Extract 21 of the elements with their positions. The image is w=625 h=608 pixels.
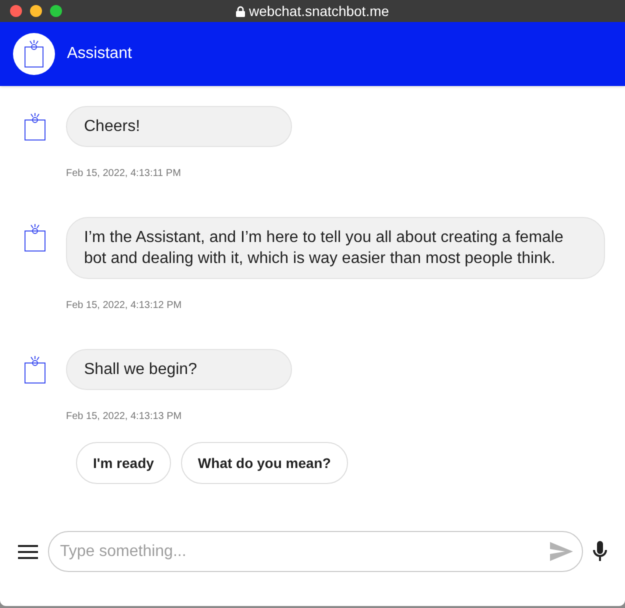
bot-avatar: [13, 33, 55, 75]
message-timestamp: Feb 15, 2022, 4:13:12 PM: [66, 299, 182, 313]
quick-reply-button[interactable]: What do you mean?: [180, 442, 348, 484]
message-bubble: I’m the Assistant, and I’m here to tell you all about creating a female bot and dealing with it, which is way easier than most people think.: [66, 217, 605, 279]
menu-icon[interactable]: [18, 544, 38, 558]
message-timestamp: Feb 15, 2022, 4:13:13 PM: [66, 410, 182, 424]
bot-avatar-icon: [24, 113, 46, 141]
quick-reply-button[interactable]: I'm ready: [76, 442, 171, 484]
zoom-window-button[interactable]: [50, 5, 62, 17]
bot-avatar-icon: [24, 356, 46, 384]
bot-name: Assistant: [67, 44, 132, 64]
close-window-button[interactable]: [10, 5, 22, 17]
message-input-field[interactable]: Type something...: [48, 531, 583, 572]
message-timestamp: Feb 15, 2022, 4:13:11 PM: [66, 167, 181, 181]
message-bubble: Cheers!: [66, 106, 292, 147]
message-bubble: Shall we begin?: [66, 349, 292, 390]
bot-avatar-icon: [24, 224, 46, 252]
microphone-icon[interactable]: [593, 540, 607, 562]
window-title: webchat.snatchbot.me: [248, 2, 390, 20]
minimize-window-button[interactable]: [30, 5, 42, 17]
lock-icon: [236, 6, 245, 16]
